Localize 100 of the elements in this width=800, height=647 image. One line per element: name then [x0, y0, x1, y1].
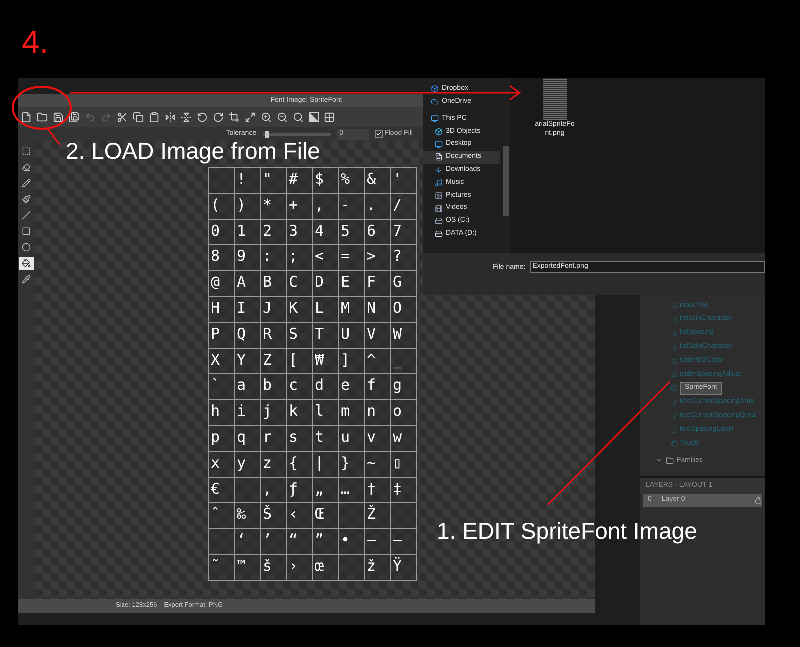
glyph-cell: G [391, 271, 417, 297]
glyph-cell: _ [391, 348, 417, 374]
glyph-cell: e [339, 374, 365, 400]
scissors-icon[interactable] [117, 112, 128, 122]
tool-button[interactable] [19, 257, 34, 270]
slider-icon [671, 358, 678, 365]
glyph-cell: P [209, 322, 235, 349]
glyph-cell: c [287, 374, 313, 400]
glyph-cell: ) [235, 194, 261, 220]
glyph-cell [209, 168, 235, 194]
glyph-cell: V [365, 322, 391, 349]
glyph-cell: a [235, 374, 261, 400]
glyph-cell: ‚ [261, 478, 287, 504]
glyph-cell: p [209, 426, 235, 452]
crop-icon[interactable] [229, 112, 240, 122]
cloud-icon [431, 98, 439, 106]
glyph-cell: … [339, 478, 365, 504]
glyph-cell: ( [209, 194, 235, 220]
glyph-cell: € [209, 478, 235, 504]
text-icon [671, 426, 678, 434]
glyph-cell: H [209, 296, 235, 323]
glyph-cell: ’ [261, 529, 287, 555]
glyph-cell [235, 478, 261, 504]
glyph-cell [339, 503, 365, 530]
glyph-cell: ~ [365, 452, 391, 478]
glyph-cell: l [313, 400, 339, 426]
glyph-cell: ‹ [287, 503, 313, 530]
flip-horizontal-icon[interactable] [165, 112, 176, 122]
cube-icon [435, 128, 443, 136]
glyph-cell: n [365, 400, 391, 426]
new-file-icon[interactable] [21, 112, 32, 122]
open-folder-icon[interactable] [37, 112, 48, 122]
clipboard-icon[interactable] [149, 112, 160, 122]
glyph-cell: h [209, 400, 235, 426]
expand-caret-icon[interactable] [656, 457, 663, 464]
glyph-cell: 4 [313, 220, 339, 246]
list-icon [671, 330, 678, 337]
tolerance-slider[interactable] [262, 132, 331, 136]
glyph-cell: g [391, 374, 417, 400]
drive-icon [435, 230, 443, 238]
glyph-cell: % [339, 168, 365, 194]
flip-vertical-icon[interactable] [181, 112, 192, 122]
text-icon [671, 398, 678, 406]
glyph-cell: 9 [235, 245, 261, 272]
glyph-cell: ƒ [287, 478, 313, 504]
lock-icon[interactable] [755, 496, 762, 504]
glyph-cell: X [209, 348, 235, 374]
ellipse-icon [22, 243, 31, 252]
selection-icon [22, 147, 31, 156]
glyph-cell [391, 503, 417, 530]
glyph-cell: > [365, 245, 391, 272]
save-icon[interactable] [53, 112, 64, 122]
glyph-cell: f [365, 374, 391, 400]
glyph-cell: M [339, 296, 365, 323]
slider-thumb[interactable] [264, 130, 268, 138]
zoom-icon[interactable] [293, 112, 304, 122]
copy-icon[interactable] [133, 112, 144, 122]
glyph-cell: ' [391, 168, 417, 194]
glyph-cell: „ [313, 478, 339, 504]
glyph-cell: œ [313, 554, 339, 581]
flood-fill-checkbox[interactable] [374, 130, 383, 138]
download-icon [435, 166, 443, 174]
line-icon [22, 211, 31, 220]
glyph-cell: w [391, 426, 417, 452]
glyph-cell: S [287, 322, 313, 349]
glyph-cell: ‡ [391, 478, 417, 504]
resize-icon[interactable] [245, 112, 256, 122]
glyph-cell: – [365, 529, 391, 555]
glyph-cell: • [339, 529, 365, 555]
glyph-cell: = [339, 245, 365, 272]
folder-icon [666, 456, 674, 465]
pencil-icon [22, 179, 31, 188]
grid-icon[interactable] [324, 112, 335, 122]
glyph-cell: ž [365, 554, 391, 581]
rotate-left-icon[interactable] [197, 112, 208, 122]
glyph-cell: . [365, 194, 391, 220]
glyph-cell: U [339, 322, 365, 349]
desktop-icon [435, 140, 443, 149]
zoom-in-icon[interactable] [261, 112, 272, 122]
rotate-right-icon[interactable] [213, 112, 224, 122]
glyph-cell: s [287, 426, 313, 452]
glyph-cell: A [235, 271, 261, 297]
glyph-cell [339, 554, 365, 581]
image-thumbnail[interactable] [543, 78, 567, 120]
glyph-cell: j [261, 400, 287, 426]
glyph-cell: & [365, 168, 391, 194]
glyph-cell: Z [261, 348, 287, 374]
glyph-cell: E [339, 271, 365, 297]
glyph-cell: " [261, 168, 287, 194]
glyph-cell: ▯ [391, 452, 417, 478]
glyph-cell: ] [339, 348, 365, 374]
glyph-cell: [ [287, 348, 313, 374]
glyph-cell: † [365, 478, 391, 504]
glyph-cell: š [261, 554, 287, 581]
glyph-cell: ; [287, 245, 313, 272]
zoom-out-icon[interactable] [277, 112, 288, 122]
save-as-icon[interactable] [69, 112, 80, 122]
glyph-cell: - [339, 194, 365, 220]
invert-icon[interactable] [309, 112, 319, 122]
step-number: 4. [22, 26, 49, 58]
